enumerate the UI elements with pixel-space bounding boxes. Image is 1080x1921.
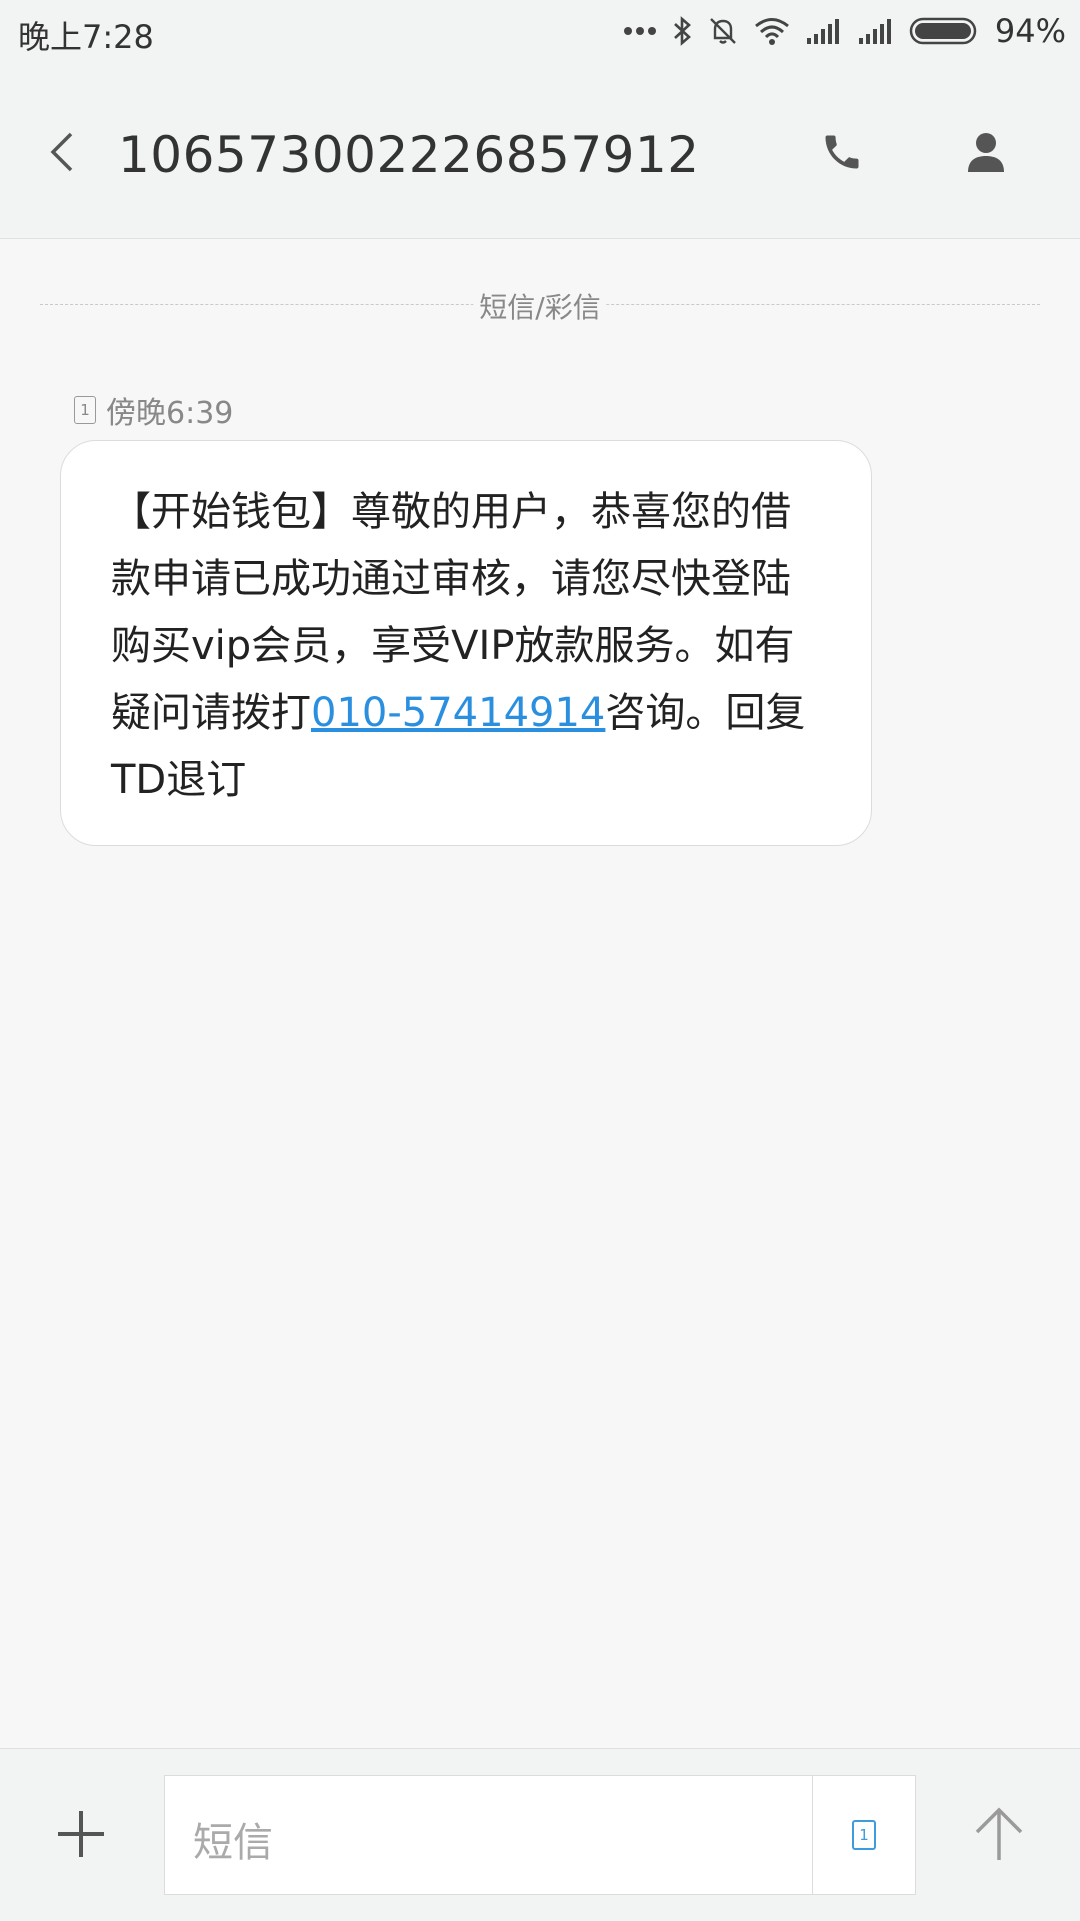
battery-icon — [909, 16, 981, 46]
more-dots-icon — [623, 26, 657, 36]
signal-1-icon — [805, 16, 843, 46]
divider-label: 短信/彩信 — [473, 286, 607, 326]
send-button[interactable] — [966, 1803, 1032, 1869]
composer-bar: 短信 1 — [0, 1748, 1080, 1921]
phone-number-link[interactable]: 010-57414914 — [311, 690, 605, 736]
call-button[interactable] — [812, 124, 872, 184]
signal-2-icon — [857, 16, 895, 46]
wifi-icon — [753, 16, 791, 46]
battery-percent: 94% — [994, 12, 1066, 50]
message-time: 傍晚6:39 — [106, 396, 234, 431]
send-arrow-icon — [973, 1806, 1025, 1866]
status-icons: 94% — [623, 8, 1066, 54]
message-type-divider: 短信/彩信 — [40, 286, 1040, 326]
message-text: 【开始钱包】尊敬的用户，恭喜您的借款申请已成功通过审核，请您尽快登陆购买vip会… — [111, 479, 821, 814]
attach-button[interactable] — [50, 1805, 112, 1867]
conversation-header: 106573002226857912 — [0, 62, 1080, 239]
bluetooth-icon — [671, 15, 693, 47]
status-time: 晚上7:28 — [18, 18, 154, 56]
sim-switch-button[interactable]: 1 — [812, 1776, 915, 1894]
message-meta: 1 傍晚6:39 — [74, 390, 234, 431]
message-input-placeholder: 短信 — [193, 1820, 273, 1866]
message-input[interactable]: 短信 1 — [164, 1775, 916, 1895]
plus-icon — [56, 1809, 106, 1863]
phone-icon — [820, 130, 864, 178]
contact-icon — [966, 130, 1006, 178]
message-bubble[interactable]: 【开始钱包】尊敬的用户，恭喜您的借款申请已成功通过审核，请您尽快登陆购买vip会… — [60, 440, 872, 846]
status-bar: 晚上7:28 94% — [0, 0, 1080, 62]
bell-muted-icon — [707, 15, 739, 47]
contact-button[interactable] — [956, 124, 1016, 184]
sim-slot-icon: 1 — [74, 396, 96, 424]
back-button[interactable] — [36, 124, 86, 184]
sim-card-icon: 1 — [852, 1820, 876, 1850]
back-arrow-icon — [47, 130, 75, 178]
conversation-title: 106573002226857912 — [118, 126, 700, 184]
